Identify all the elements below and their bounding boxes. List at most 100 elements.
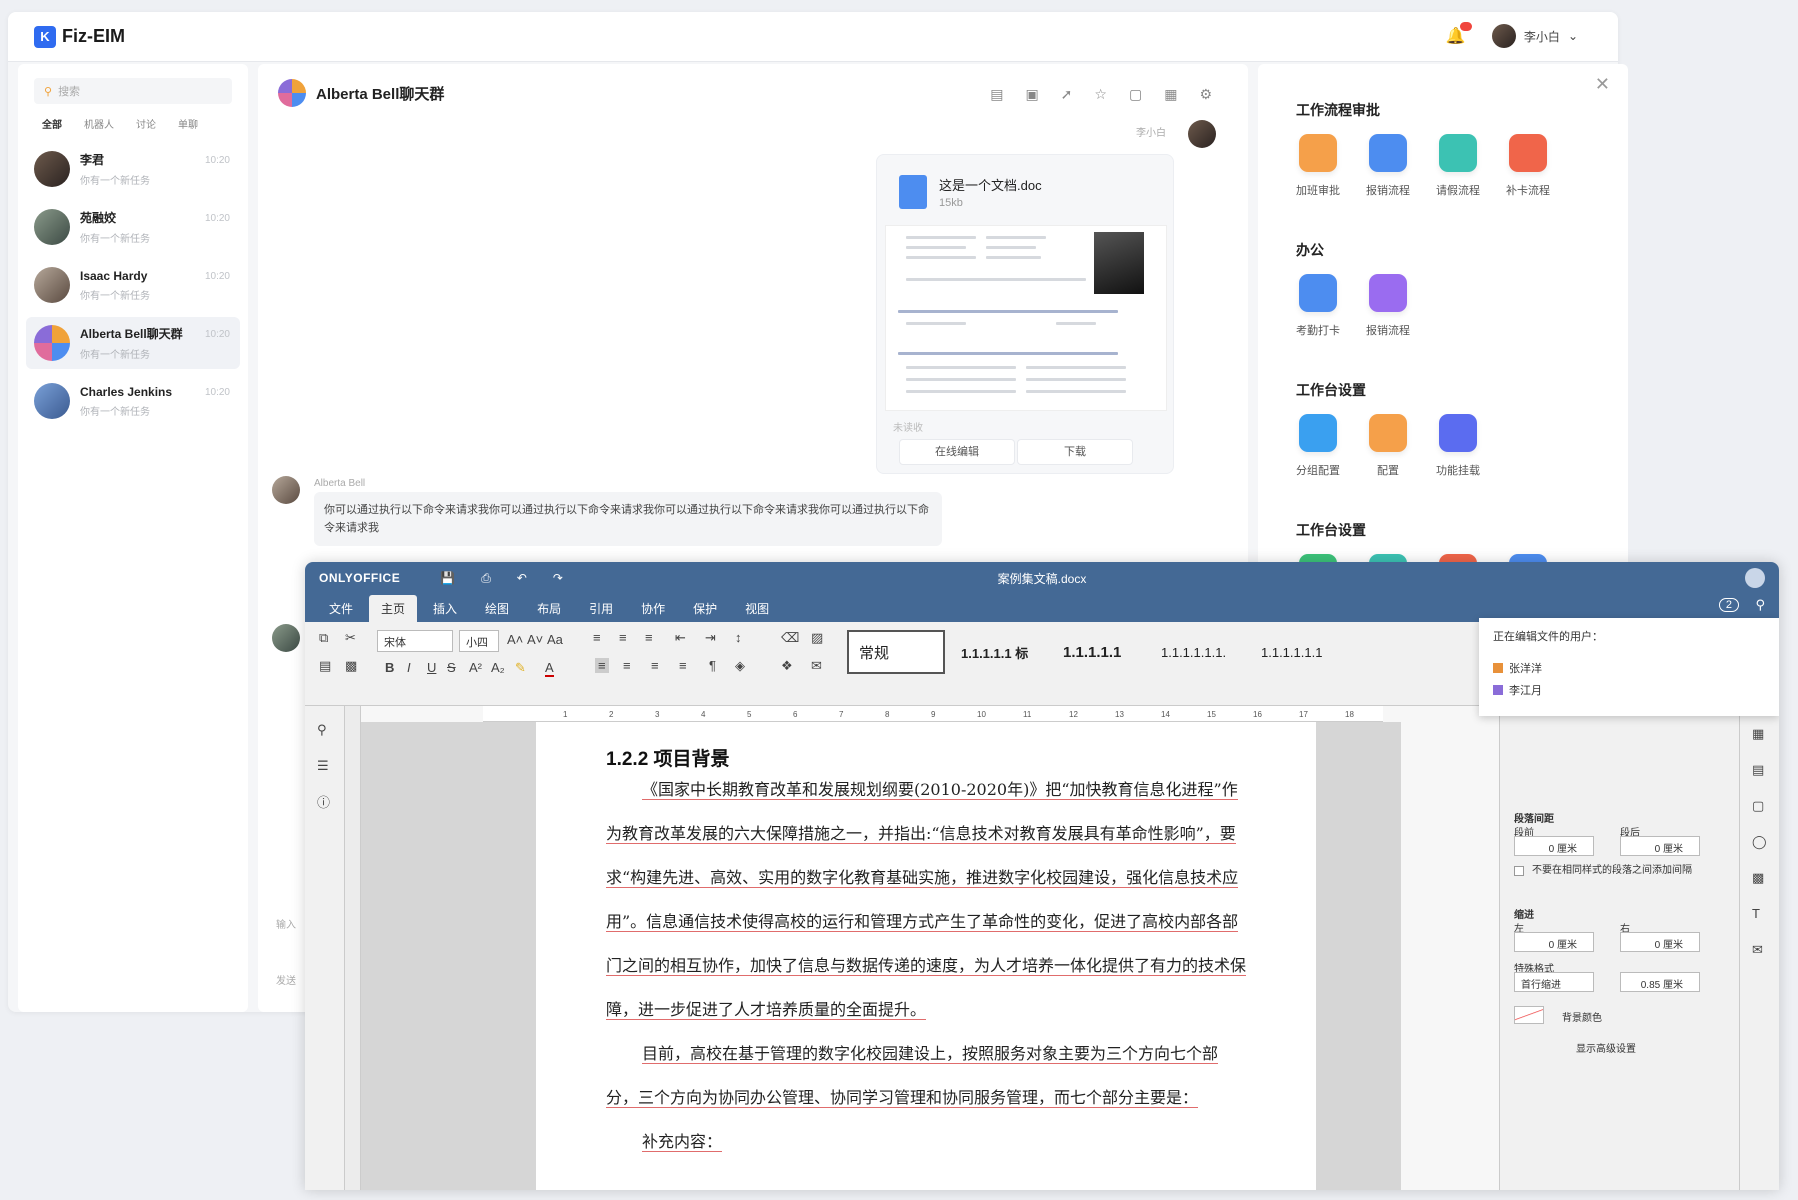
change-case-icon[interactable]: Aa [547,632,563,647]
header-footer-icon[interactable]: ▢ [1752,798,1764,814]
conversation-item[interactable]: 李君 你有一个新任务 10:20 [26,143,240,195]
decrease-indent-icon[interactable]: ⇤ [675,630,686,646]
font-size-select[interactable]: 小四 [459,630,499,652]
multilevel-icon[interactable]: ≡ [645,630,653,645]
style-heading-4[interactable]: 1.1.1.1.1.1 [1251,630,1332,674]
app-makeup[interactable]: 补卡流程 [1498,134,1558,198]
indent-right-input[interactable]: 0 厘米 [1620,932,1700,952]
table-icon[interactable]: ▦ [1752,726,1764,742]
paste-icon[interactable]: ▤ [319,658,331,674]
style-heading-1[interactable]: 1.1.1.1.1 标 [951,630,1038,674]
increase-indent-icon[interactable]: ⇥ [705,630,716,646]
special-amount-input[interactable]: 0.85 厘米 [1620,972,1700,992]
comments-icon[interactable]: ☰ [317,758,329,774]
app-attendance[interactable]: 考勤打卡 [1288,274,1348,338]
app-mount[interactable]: 功能挂载 [1428,414,1488,478]
document-page[interactable]: 1.2.2 项目背景 《国家中长期教育改革和发展规划纲要(2010-2020年)… [536,722,1316,1190]
tab-protect[interactable]: 保护 [681,595,729,622]
tab-layout[interactable]: 布局 [525,595,573,622]
italic-icon[interactable]: I [407,660,411,675]
color-scheme-icon[interactable]: ▨ [811,630,823,646]
advanced-settings-link[interactable]: 显示高级设置 [1576,1040,1636,1055]
close-icon[interactable]: ✕ [1595,74,1610,95]
undo-icon[interactable]: ↶ [517,571,527,585]
shrink-font-icon[interactable]: A˅ [527,632,543,647]
font-color-icon[interactable]: A [545,660,554,677]
tab-view[interactable]: 视图 [733,595,781,622]
font-family-select[interactable]: 宋体 [377,630,453,652]
document-preview[interactable] [885,225,1167,411]
star-icon[interactable]: ☆ [1094,86,1107,103]
filter-tab[interactable]: 全部 [42,116,62,131]
select-all-icon[interactable]: ▩ [345,658,357,674]
copy-style-icon[interactable]: ❖ [781,658,793,674]
shading-icon[interactable]: ◈ [735,658,745,674]
numbering-icon[interactable]: ≡ [619,630,627,645]
redo-icon[interactable]: ↷ [553,571,563,585]
grow-font-icon[interactable]: A˄ [507,632,523,647]
app-config[interactable]: 配置 [1358,414,1418,478]
strikethrough-icon[interactable]: S [447,660,456,675]
align-left-icon[interactable]: ≡ [595,658,609,673]
bell-icon[interactable]: 🔔 [1446,22,1472,46]
settings-icon[interactable]: ⚙ [1199,86,1212,103]
app-expense-2[interactable]: 报销流程 [1358,274,1418,338]
shape-icon[interactable]: ◯ [1752,834,1767,850]
underline-icon[interactable]: U [427,660,436,675]
text-art-icon[interactable]: T [1752,906,1760,921]
send-hint[interactable]: 发送 [276,972,296,987]
history-icon[interactable]: ▤ [990,86,1003,103]
search-icon[interactable]: ⚲ [317,722,327,738]
align-right-icon[interactable]: ≡ [651,658,659,673]
tab-home[interactable]: 主页 [369,595,418,622]
user-menu[interactable]: 李小白 ⌄ [1491,24,1578,48]
collaborators-count[interactable]: 2 [1718,598,1739,612]
chart-icon[interactable]: ▩ [1752,870,1764,886]
tab-draw[interactable]: 绘图 [473,595,521,622]
search-input[interactable]: ⚲ 搜索 [34,78,232,104]
file-icon[interactable]: ▢ [1129,86,1142,103]
cut-icon[interactable]: ✂ [345,630,356,646]
image-icon[interactable]: ▤ [1752,762,1764,778]
bullets-icon[interactable]: ≡ [593,630,601,645]
tab-collaborate[interactable]: 协作 [629,595,677,622]
filter-tab[interactable]: 机器人 [84,116,114,131]
line-spacing-icon[interactable]: ↕ [735,630,742,645]
justify-icon[interactable]: ≡ [679,658,687,673]
user-avatar-icon[interactable] [1745,568,1765,588]
filter-tab[interactable]: 讨论 [136,116,156,131]
conversation-item[interactable]: 苑融姣 你有一个新任务 10:20 [26,201,240,253]
no-space-checkbox[interactable] [1514,866,1524,876]
indent-left-input[interactable]: 0 厘米 [1514,932,1594,952]
tab-file[interactable]: 文件 [317,595,365,622]
input-hint[interactable]: 输入 [276,916,296,931]
highlight-icon[interactable]: ✎ [515,660,526,676]
paragraph-mark-icon[interactable]: ¶ [709,658,716,673]
message-icon[interactable]: ▣ [1025,86,1038,103]
conversation-item[interactable]: Alberta Bell聊天群 你有一个新任务 10:20 [26,317,240,369]
spacing-after-input[interactable]: 0 厘米 [1620,836,1700,856]
search-icon[interactable]: ⚲ [1755,597,1765,613]
app-group-config[interactable]: 分组配置 [1288,414,1348,478]
copy-icon[interactable]: ⧉ [319,630,328,646]
info-icon[interactable]: ⓘ [317,792,330,811]
style-normal[interactable]: 常规 [847,630,945,674]
save-icon[interactable]: 💾 [440,571,455,585]
style-heading-3[interactable]: 1.1.1.1.1.1. [1151,630,1236,674]
app-expense[interactable]: 报销流程 [1358,134,1418,198]
mail-merge-icon[interactable]: ✉ [811,658,822,674]
edit-online-button[interactable]: 在线编辑 [899,439,1015,465]
spacing-before-input[interactable]: 0 厘米 [1514,836,1594,856]
filter-tab[interactable]: 单聊 [178,116,198,131]
print-icon[interactable]: ⎙ [481,571,491,586]
conversation-item[interactable]: Charles Jenkins 你有一个新任务 10:20 [26,375,240,427]
app-leave[interactable]: 请假流程 [1428,134,1488,198]
background-color-picker[interactable] [1514,1006,1544,1024]
tab-references[interactable]: 引用 [577,595,625,622]
conversation-item[interactable]: Isaac Hardy 你有一个新任务 10:20 [26,259,240,311]
align-center-icon[interactable]: ≡ [623,658,631,673]
superscript-icon[interactable]: A² [469,660,482,675]
special-format-select[interactable]: 首行缩进 [1514,972,1594,992]
app-overtime[interactable]: 加班审批 [1288,134,1348,198]
mail-icon[interactable]: ✉ [1752,942,1763,958]
